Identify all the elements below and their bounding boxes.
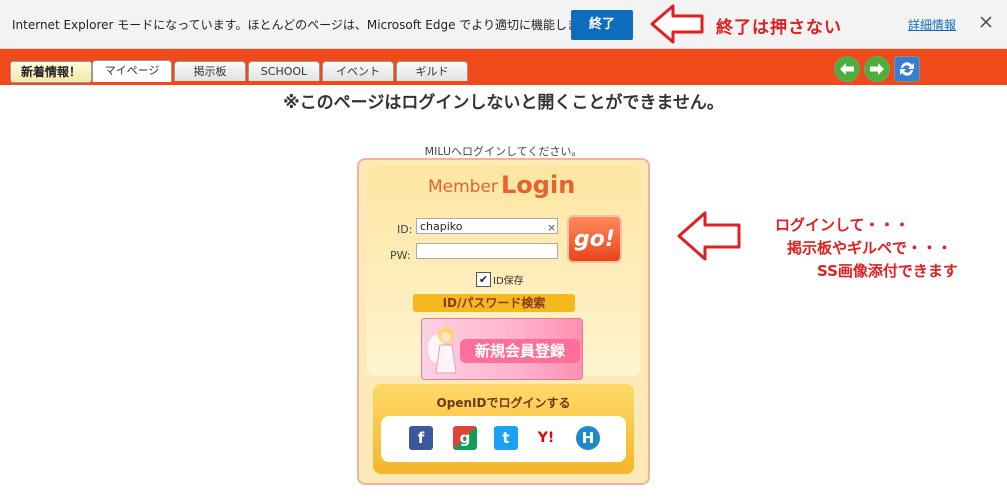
- details-link[interactable]: 詳細情報: [908, 16, 956, 33]
- login-required-notice: ※このページはログインしないと開くことができません。: [283, 93, 724, 113]
- new-member-register-button[interactable]: 新規会員登録: [421, 318, 583, 380]
- tab-school[interactable]: SCHOOL: [248, 61, 320, 81]
- login-prompt: MILUへログインしてください。: [424, 145, 583, 158]
- hatena-icon[interactable]: H: [576, 426, 600, 450]
- annotation-line-3: SS画像添付できます: [817, 262, 958, 280]
- back-arrow-icon[interactable]: [834, 56, 860, 82]
- annotation-arrow-left-icon: [650, 4, 704, 44]
- annotation-login-note: ログインして・・・ 掲示板やギルペで・・・ SS画像添付できます: [775, 214, 958, 283]
- annotation-arrow-left-icon: [677, 211, 741, 261]
- id-label: ID:: [397, 223, 413, 236]
- password-input[interactable]: [416, 243, 558, 259]
- login-title-login: Login: [501, 171, 576, 199]
- id-password-search-button[interactable]: ID/パスワード検索: [413, 294, 575, 312]
- go-login-button[interactable]: go!: [567, 215, 622, 263]
- member-login-panel: Member Login ID: chapiko × PW: go! ✔ ID保…: [357, 158, 650, 485]
- site-tab-bar: 新着情報！ マイページ 掲示板 SCHOOL イベント ギルド: [0, 49, 1007, 85]
- annotation-end-note: 終了は押さない: [716, 18, 842, 38]
- tab-board[interactable]: 掲示板: [174, 61, 246, 81]
- yahoo-icon[interactable]: Y!: [534, 426, 558, 450]
- facebook-icon[interactable]: f: [409, 426, 433, 450]
- fairy-character-icon: [428, 327, 457, 374]
- close-icon[interactable]: [978, 14, 994, 30]
- remember-id-label: ID保存: [493, 276, 524, 287]
- refresh-icon[interactable]: [894, 56, 920, 82]
- clear-id-icon[interactable]: ×: [547, 221, 556, 234]
- new-info-button[interactable]: 新着情報！: [10, 61, 92, 83]
- openid-section: OpenIDでログインする f g t Y! H: [373, 384, 634, 474]
- openid-provider-list: f g t Y! H: [381, 416, 626, 462]
- login-title-member: Member: [428, 177, 498, 197]
- remember-id-checkbox[interactable]: ✔: [476, 272, 491, 287]
- google-icon[interactable]: g: [453, 426, 477, 450]
- annotation-line-1: ログインして・・・: [775, 216, 910, 234]
- id-input[interactable]: chapiko: [416, 218, 558, 234]
- forward-arrow-icon[interactable]: [864, 56, 890, 82]
- openid-title: OpenIDでログインする: [436, 396, 571, 410]
- ie-mode-banner: Internet Explorer モードになっています。ほとんどのページは、M…: [0, 0, 1007, 49]
- twitter-icon[interactable]: t: [494, 426, 518, 450]
- tab-mypage[interactable]: マイページ: [92, 60, 172, 82]
- tab-event[interactable]: イベント: [322, 61, 394, 81]
- annotation-line-2: 掲示板やギルペで・・・: [787, 239, 953, 257]
- tab-guild[interactable]: ギルド: [396, 61, 468, 81]
- register-label: 新規会員登録: [460, 339, 580, 363]
- pw-label: PW:: [390, 249, 411, 262]
- ie-mode-message: Internet Explorer モードになっています。ほとんどのページは、M…: [12, 18, 602, 32]
- end-ie-mode-button[interactable]: 終了: [571, 10, 633, 40]
